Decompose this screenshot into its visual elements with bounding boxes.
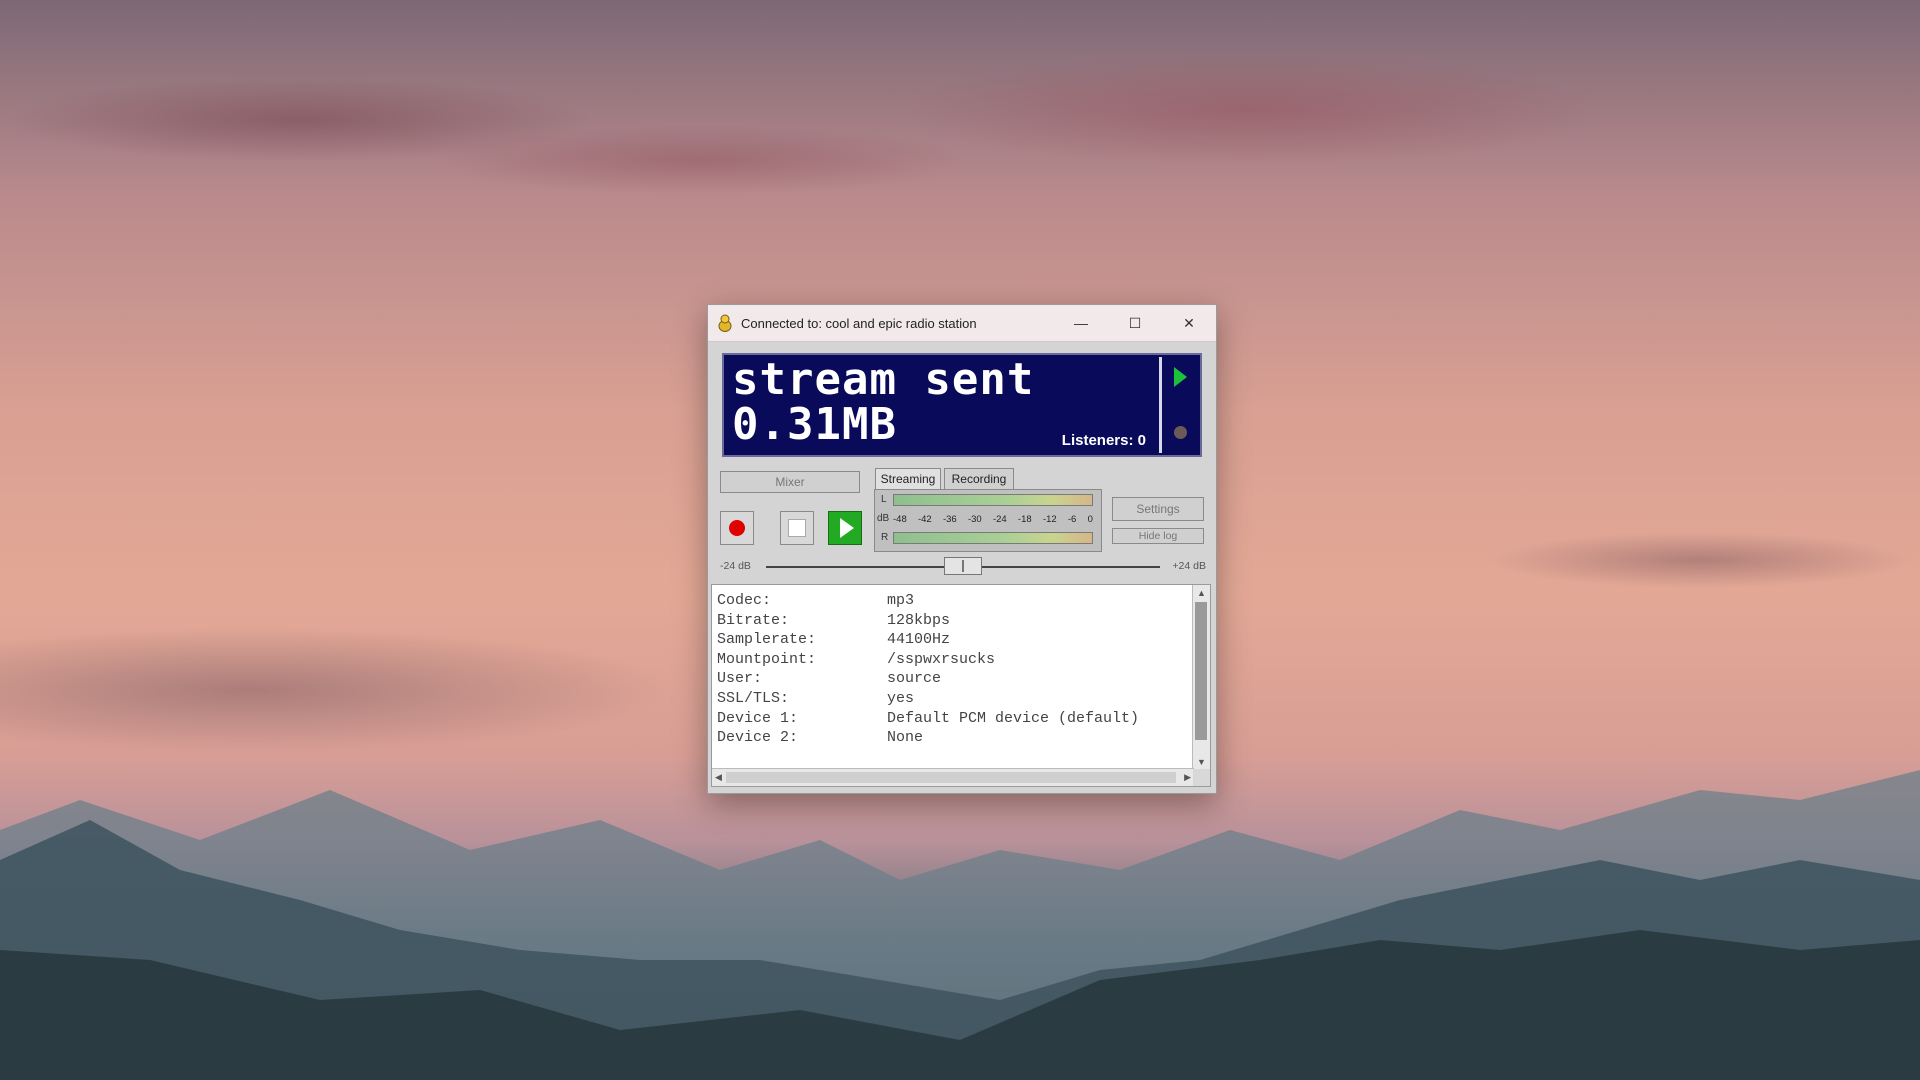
log-key: Samplerate:: [717, 631, 817, 649]
meter-tick: -24: [992, 514, 1007, 525]
vertical-scrollbar[interactable]: ▲ ▼: [1192, 585, 1210, 769]
display-line-2: 0.31MB: [732, 399, 897, 450]
scroll-up-icon[interactable]: ▲: [1197, 588, 1206, 598]
log-value: 44100Hz: [887, 631, 951, 649]
close-button[interactable]: ✕: [1162, 305, 1216, 341]
meter-tick: -48: [893, 514, 907, 525]
meter-tick: -18: [1017, 514, 1032, 525]
log-key: User:: [717, 670, 763, 688]
log-value: Default PCM device (default): [887, 709, 1140, 727]
title-bar[interactable]: Connected to: cool and epic radio statio…: [708, 305, 1216, 342]
lcd-display: stream sent 0.31MB Listeners: 0: [722, 353, 1202, 457]
close-icon: ✕: [1183, 314, 1195, 331]
mixer-button[interactable]: Mixer: [720, 471, 860, 493]
log-key: Mountpoint:: [717, 650, 817, 668]
listeners-label: Listeners:: [1061, 432, 1134, 449]
info-log[interactable]: Codec: mp3 Bitrate: 128kbps Samplerate: 441…: [711, 584, 1211, 787]
record-icon: [729, 520, 745, 536]
meter-tick: -42: [917, 514, 932, 525]
log-row: Samplerate: 44100Hz: [717, 630, 1139, 650]
record-indicator-icon: [1174, 426, 1187, 439]
hide-log-button[interactable]: Hide log: [1112, 528, 1204, 544]
display-line-1: stream sent: [732, 354, 1035, 405]
vu-meter: L dB -48 -42 -36 -30 -24 -18 -12 -6 0 R: [874, 489, 1102, 552]
listeners-value: 0: [1137, 432, 1146, 449]
horizontal-scrollbar[interactable]: ◀ ▶: [712, 768, 1194, 786]
stop-icon: [788, 519, 806, 537]
meter-right-bar: [893, 532, 1093, 544]
log-value: mp3: [887, 592, 915, 609]
meter-right-label: R: [881, 532, 889, 543]
log-lines: Codec: mp3 Bitrate: 128kbps Samplerate: 441…: [717, 591, 1139, 748]
log-row: Bitrate: 128kbps: [717, 611, 1139, 631]
meter-tick: 0: [1087, 514, 1093, 525]
gain-max-label: +24 dB: [1172, 560, 1206, 572]
log-row: Mountpoint: /sspwxrsucks: [717, 650, 1139, 670]
meter-left-label: L: [881, 494, 887, 505]
meter-tick: -6: [1067, 514, 1077, 525]
record-button[interactable]: [720, 511, 754, 545]
log-value: /sspwxrsucks: [887, 650, 996, 668]
maximize-button[interactable]: ☐: [1108, 305, 1162, 341]
log-row: User: source: [717, 669, 1139, 689]
minimize-button[interactable]: —: [1054, 305, 1108, 341]
log-row: Codec: mp3: [717, 591, 1139, 611]
meter-tick: -30: [967, 514, 982, 525]
scroll-right-icon[interactable]: ▶: [1184, 772, 1191, 783]
log-key: Bitrate:: [717, 611, 790, 629]
minimize-icon: —: [1074, 315, 1088, 331]
gain-slider-thumb[interactable]: [944, 557, 982, 575]
vertical-scroll-thumb[interactable]: [1195, 602, 1207, 740]
log-key: Device 1:: [717, 709, 799, 727]
log-row: Device 2: None: [717, 728, 1139, 748]
status-display-text: stream sent 0.31MB: [732, 357, 1034, 447]
log-row: SSL/TLS: yes: [717, 689, 1139, 709]
meter-db-label: dB: [877, 513, 890, 524]
tab-streaming[interactable]: Streaming: [875, 468, 941, 489]
log-value: yes: [887, 689, 915, 707]
gain-min-label: -24 dB: [720, 560, 751, 572]
meter-tick: -12: [1042, 514, 1057, 525]
settings-button[interactable]: Settings: [1112, 497, 1204, 521]
log-value: None: [887, 729, 924, 747]
scroll-left-icon[interactable]: ◀: [715, 772, 722, 783]
log-key: SSL/TLS:: [717, 689, 790, 707]
log-key: Device 2:: [717, 729, 799, 747]
scroll-down-icon[interactable]: ▼: [1197, 757, 1206, 767]
stop-button[interactable]: [780, 511, 814, 545]
log-value: source: [887, 670, 942, 688]
app-icon: [718, 314, 732, 332]
tab-recording[interactable]: Recording: [944, 468, 1014, 489]
meter-tick: -36: [942, 514, 957, 525]
play-indicator-icon: [1174, 367, 1187, 387]
play-icon: [840, 518, 854, 538]
log-row: Device 1: Default PCM device (default): [717, 709, 1139, 729]
meter-left-bar: [893, 494, 1093, 506]
butt-window: Connected to: cool and epic radio statio…: [707, 304, 1217, 794]
maximize-icon: ☐: [1128, 314, 1142, 331]
listeners-count: Listeners: 0: [1062, 432, 1146, 449]
horizontal-scroll-thumb[interactable]: [726, 772, 1176, 783]
log-value: 128kbps: [887, 611, 951, 629]
meter-scale: -48 -42 -36 -30 -24 -18 -12 -6 0: [893, 514, 1093, 525]
window-title: Connected to: cool and epic radio statio…: [741, 315, 977, 331]
play-button[interactable]: [828, 511, 862, 545]
display-separator: [1159, 357, 1162, 453]
log-key: Codec:: [717, 592, 772, 609]
scroll-corner: [1193, 769, 1210, 786]
